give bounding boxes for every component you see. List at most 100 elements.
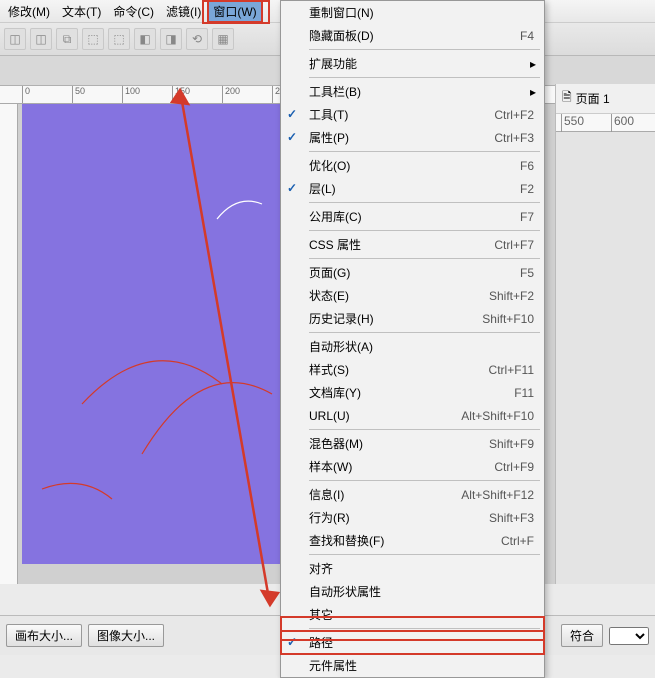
menu-item[interactable]: 混色器(M)Shift+F9	[281, 432, 544, 455]
menu-item-label: 查找和替换(F)	[309, 532, 501, 549]
menu-item[interactable]: 公用库(C)F7	[281, 205, 544, 228]
menu-item[interactable]: 自动形状(A)	[281, 335, 544, 358]
menu-item-label: 工具(T)	[309, 106, 494, 123]
menu-item[interactable]: URL(U)Alt+Shift+F10	[281, 404, 544, 427]
menu-item[interactable]: 对齐	[281, 557, 544, 580]
menu-shortcut: Ctrl+F3	[494, 131, 534, 145]
menu-filters[interactable]: 滤镜(I)	[160, 0, 207, 23]
menu-item[interactable]: ✓ 属性(P)Ctrl+F3	[281, 126, 544, 149]
menu-item[interactable]: 文档库(Y)F11	[281, 381, 544, 404]
menu-shortcut: Ctrl+F11	[489, 363, 534, 377]
stroke-curve	[42, 483, 112, 499]
menu-item[interactable]: 自动形状属性	[281, 580, 544, 603]
tool-icon[interactable]: ⬚	[108, 28, 130, 50]
tool-icon[interactable]: ◫	[30, 28, 52, 50]
menu-window[interactable]: 窗口(W)	[207, 0, 262, 23]
tool-icon[interactable]: ◫	[4, 28, 26, 50]
menu-item-label: 属性(P)	[309, 129, 494, 146]
menu-separator	[309, 230, 540, 231]
check-icon: ✓	[287, 107, 301, 121]
menu-item[interactable]: ✓ 路径	[281, 631, 544, 654]
menu-item-label: 样式(S)	[309, 361, 489, 378]
image-size-button[interactable]: 图像大小...	[88, 624, 164, 647]
menu-item-label: 混色器(M)	[309, 435, 489, 452]
menu-separator	[309, 554, 540, 555]
menu-item-label: 自动形状属性	[309, 583, 534, 600]
menu-item-label: 重制窗口(N)	[309, 4, 534, 21]
menu-item-label: 历史记录(H)	[309, 310, 482, 327]
canvas-size-button[interactable]: 画布大小...	[6, 624, 82, 647]
menu-item[interactable]: 行为(R)Shift+F3	[281, 506, 544, 529]
menu-item[interactable]: CSS 属性Ctrl+F7	[281, 233, 544, 256]
fit-button[interactable]: 符合	[561, 624, 603, 647]
side-tab-page[interactable]: 🗎 页面 1	[556, 84, 655, 114]
menu-item[interactable]: 页面(G)F5	[281, 261, 544, 284]
menu-item-label: 元件属性	[309, 657, 534, 674]
menu-separator	[309, 49, 540, 50]
menu-item[interactable]: 样本(W)Ctrl+F9	[281, 455, 544, 478]
menu-item[interactable]: ✓ 工具(T)Ctrl+F2	[281, 103, 544, 126]
menu-item[interactable]: 历史记录(H)Shift+F10	[281, 307, 544, 330]
zoom-select[interactable]	[609, 627, 649, 645]
menu-item-label: 样本(W)	[309, 458, 494, 475]
tool-icon[interactable]: ◨	[160, 28, 182, 50]
menu-item[interactable]: 隐藏面板(D)F4	[281, 24, 544, 47]
menu-item-label: 行为(R)	[309, 509, 489, 526]
menu-item-label: 层(L)	[309, 180, 520, 197]
menu-item-label: 其它	[309, 606, 534, 623]
menu-item-label: 优化(O)	[309, 157, 520, 174]
menu-commands[interactable]: 命令(C)	[107, 0, 160, 23]
menu-shortcut: F4	[520, 29, 534, 43]
menu-item[interactable]: 优化(O)F6	[281, 154, 544, 177]
menu-item-label: 路径	[309, 634, 534, 651]
window-menu-dropdown: 重制窗口(N)隐藏面板(D)F4扩展功能▸工具栏(B)▸✓工具(T)Ctrl+F…	[280, 0, 545, 678]
menu-item-label: 公用库(C)	[309, 208, 520, 225]
menu-item-label: 状态(E)	[309, 287, 489, 304]
submenu-arrow-icon: ▸	[530, 85, 536, 99]
menu-item[interactable]: ✓层(L)F2	[281, 177, 544, 200]
menu-shortcut: F2	[520, 182, 534, 196]
menu-item[interactable]: 样式(S)Ctrl+F11	[281, 358, 544, 381]
menu-item[interactable]: 信息(I)Alt+Shift+F12	[281, 483, 544, 506]
check-icon: ✓	[287, 635, 301, 649]
check-icon: ✓	[287, 130, 301, 144]
tool-icon[interactable]: ⬚	[82, 28, 104, 50]
menu-separator	[309, 77, 540, 78]
menu-shortcut: F6	[520, 159, 534, 173]
menu-separator	[309, 258, 540, 259]
menu-shortcut: Ctrl+F7	[494, 238, 534, 252]
menu-item-label: 文档库(Y)	[309, 384, 514, 401]
menu-separator	[309, 151, 540, 152]
menu-item-label: 信息(I)	[309, 486, 461, 503]
menu-item[interactable]: 其它	[281, 603, 544, 626]
menu-separator	[309, 332, 540, 333]
menu-shortcut: Alt+Shift+F10	[461, 409, 534, 423]
menu-item[interactable]: 扩展功能▸	[281, 52, 544, 75]
menu-shortcut: Ctrl+F2	[494, 108, 534, 122]
menu-shortcut: F5	[520, 266, 534, 280]
menu-shortcut: Alt+Shift+F12	[461, 488, 534, 502]
menu-item[interactable]: 状态(E)Shift+F2	[281, 284, 544, 307]
menu-item-label: CSS 属性	[309, 236, 494, 253]
menu-shortcut: Ctrl+F9	[494, 460, 534, 474]
menu-item[interactable]: 重制窗口(N)	[281, 1, 544, 24]
tool-icon[interactable]: ⟲	[186, 28, 208, 50]
menu-separator	[309, 480, 540, 481]
menu-item[interactable]: 元件属性	[281, 654, 544, 677]
menu-item-label: 自动形状(A)	[309, 338, 534, 355]
menu-text[interactable]: 文本(T)	[56, 0, 107, 23]
tool-icon[interactable]: ⧉	[56, 28, 78, 50]
menu-shortcut: Shift+F2	[489, 289, 534, 303]
tool-icon[interactable]: ▦	[212, 28, 234, 50]
menu-item[interactable]: 工具栏(B)▸	[281, 80, 544, 103]
menu-shortcut: Shift+F10	[482, 312, 534, 326]
menu-separator	[309, 202, 540, 203]
menu-item-label: 工具栏(B)	[309, 83, 534, 100]
menu-shortcut: Shift+F3	[489, 511, 534, 525]
page-icon: 🗎	[562, 88, 572, 109]
menu-item[interactable]: 查找和替换(F)Ctrl+F	[281, 529, 544, 552]
menu-shortcut: F7	[520, 210, 534, 224]
tool-icon[interactable]: ◧	[134, 28, 156, 50]
menu-modify[interactable]: 修改(M)	[2, 0, 56, 23]
menu-shortcut: Ctrl+F	[501, 534, 534, 548]
